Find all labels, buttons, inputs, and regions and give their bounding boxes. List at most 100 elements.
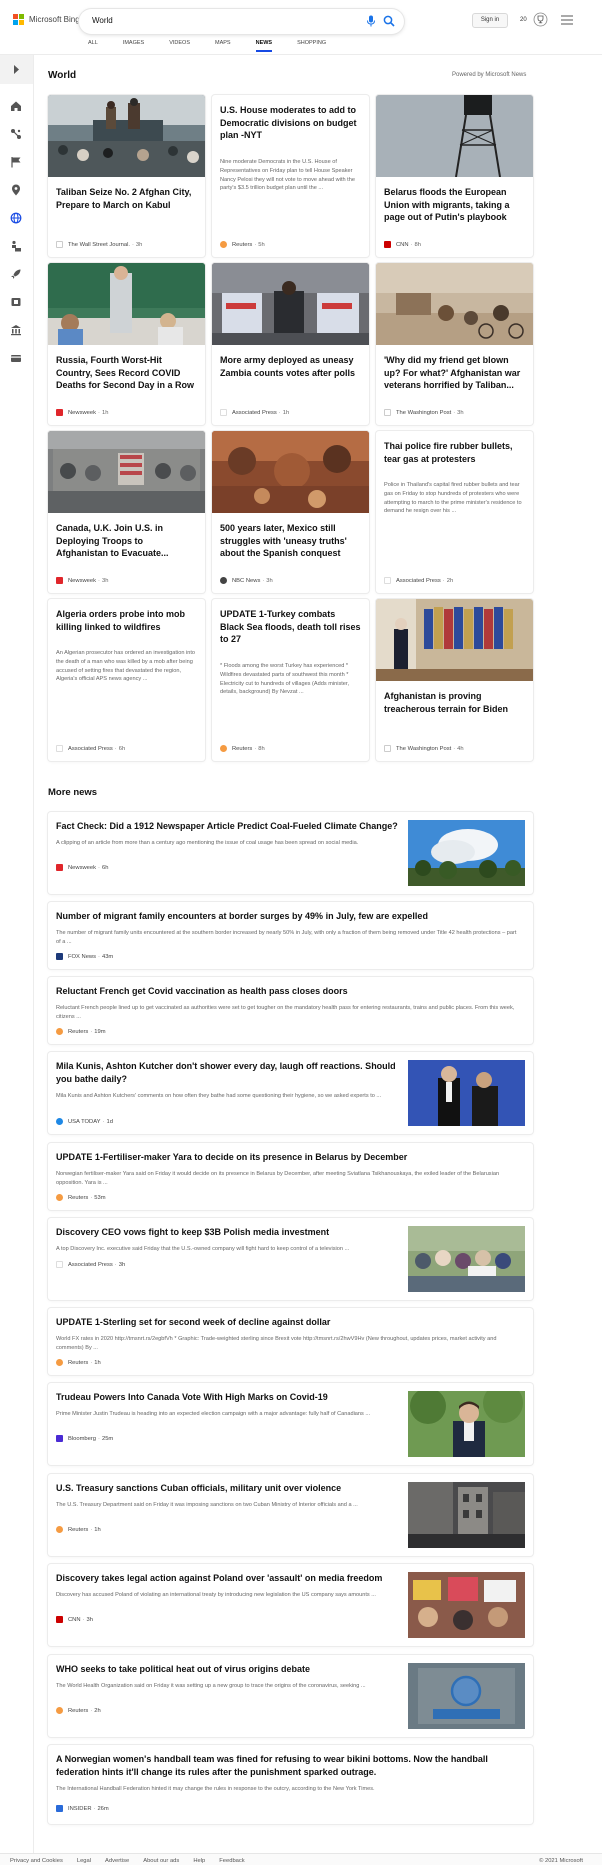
news-card[interactable]: 'Why did my friend get blown up? For wha… xyxy=(376,263,533,425)
rail-technology[interactable] xyxy=(10,267,22,279)
news-list-item[interactable]: Discovery takes legal action against Pol… xyxy=(48,1564,533,1646)
news-card-image[interactable] xyxy=(48,95,205,177)
footer-link-legal[interactable]: Legal xyxy=(77,1858,91,1864)
news-item-source[interactable]: Reuters · 1h xyxy=(56,1526,101,1533)
powered-by-label[interactable]: Powered by Microsoft News xyxy=(452,72,526,78)
footer-link-privacy[interactable]: Privacy and Cookies xyxy=(10,1858,63,1864)
news-item-source[interactable]: INSIDER · 26m xyxy=(56,1805,109,1812)
rewards-trophy-icon[interactable] xyxy=(533,12,548,27)
news-card[interactable]: 500 years later, Mexico still struggles … xyxy=(212,431,369,593)
news-card[interactable]: Thai police fire rubber bullets, tear ga… xyxy=(376,431,533,593)
tab-shopping[interactable]: SHOPPING xyxy=(297,40,326,52)
rail-world[interactable] xyxy=(10,211,22,224)
rail-home[interactable] xyxy=(10,99,22,111)
news-card-image[interactable] xyxy=(212,263,369,345)
news-item-image[interactable] xyxy=(408,1572,525,1638)
bing-logo[interactable]: Microsoft Bing xyxy=(13,14,80,25)
news-list-item[interactable]: UPDATE 1-Sterling set for second week of… xyxy=(48,1308,533,1375)
search-box[interactable]: World xyxy=(79,9,404,34)
news-card[interactable]: More army deployed as uneasy Zambia coun… xyxy=(212,263,369,425)
footer-link-help[interactable]: Help xyxy=(193,1858,205,1864)
news-card-title[interactable]: More army deployed as uneasy Zambia coun… xyxy=(220,354,361,379)
news-item-title[interactable]: UPDATE 1-Fertiliser-maker Yara to decide… xyxy=(56,1151,521,1164)
tab-images[interactable]: IMAGES xyxy=(123,40,144,52)
tab-news[interactable]: NEWS xyxy=(255,40,273,52)
news-card-title[interactable]: Canada, U.K. Join U.S. in Deploying Troo… xyxy=(56,522,197,560)
rail-local[interactable] xyxy=(10,183,22,196)
news-list-item[interactable]: Reluctant French get Covid vaccination a… xyxy=(48,977,533,1044)
news-list-item[interactable]: UPDATE 1-Fertiliser-maker Yara to decide… xyxy=(48,1143,533,1210)
news-list-item[interactable]: Trudeau Powers Into Canada Vote With Hig… xyxy=(48,1383,533,1465)
news-item-title[interactable]: UPDATE 1-Sterling set for second week of… xyxy=(56,1316,521,1329)
news-item-image[interactable] xyxy=(408,1391,525,1457)
news-list-item[interactable]: Discovery CEO vows fight to keep $3B Pol… xyxy=(48,1218,533,1300)
news-item-source[interactable]: FOX News · 43m xyxy=(56,953,113,960)
rail-business[interactable] xyxy=(10,323,22,336)
news-item-source[interactable]: Reuters · 1h xyxy=(56,1359,101,1366)
news-card-title[interactable]: 500 years later, Mexico still struggles … xyxy=(220,522,361,560)
search-icon[interactable] xyxy=(383,15,395,27)
news-item-title[interactable]: Number of migrant family encounters at b… xyxy=(56,910,521,923)
news-card-image[interactable] xyxy=(48,431,205,513)
rail-entertainment[interactable] xyxy=(10,295,22,307)
news-item-image[interactable] xyxy=(408,1482,525,1548)
news-item-title[interactable]: WHO seeks to take political heat out of … xyxy=(56,1663,401,1676)
news-card-title[interactable]: Algeria orders probe into mob killing li… xyxy=(56,608,197,633)
news-card-source[interactable]: Reuters · 8h xyxy=(220,745,265,752)
news-card[interactable]: Algeria orders probe into mob killing li… xyxy=(48,599,205,761)
news-card-source[interactable]: Newsweek · 3h xyxy=(56,577,108,584)
microphone-icon[interactable] xyxy=(366,15,376,27)
news-item-title[interactable]: Discovery takes legal action against Pol… xyxy=(56,1572,401,1585)
rail-us[interactable] xyxy=(10,155,22,168)
news-card-image[interactable] xyxy=(212,431,369,513)
news-card-image[interactable] xyxy=(376,95,533,177)
tab-videos[interactable]: VIDEOS xyxy=(169,40,190,52)
news-card-source[interactable]: NBC News · 3h xyxy=(220,577,273,584)
news-card-image[interactable] xyxy=(376,599,533,681)
news-item-source[interactable]: Bloomberg · 25m xyxy=(56,1435,113,1442)
footer-link-advertise[interactable]: Advertise xyxy=(105,1858,129,1864)
sign-in-button[interactable]: Sign in xyxy=(472,13,508,28)
news-item-source[interactable]: Newsweek · 6h xyxy=(56,864,108,871)
footer-link-about-ads[interactable]: About our ads xyxy=(143,1858,179,1864)
news-item-source[interactable]: Reuters · 53m xyxy=(56,1194,106,1201)
news-card-title[interactable]: Thai police fire rubber bullets, tear ga… xyxy=(384,440,525,465)
news-card-image[interactable] xyxy=(48,263,205,345)
news-list-item[interactable]: WHO seeks to take political heat out of … xyxy=(48,1655,533,1737)
news-card-title[interactable]: U.S. House moderates to add to Democrati… xyxy=(220,104,361,142)
news-card-title[interactable]: Russia, Fourth Worst-Hit Country, Sees R… xyxy=(56,354,197,392)
tab-all[interactable]: ALL xyxy=(88,40,98,52)
news-card[interactable]: Belarus floods the European Union with m… xyxy=(376,95,533,257)
news-card[interactable]: Taliban Seize No. 2 Afghan City, Prepare… xyxy=(48,95,205,257)
news-item-source[interactable]: Reuters · 2h xyxy=(56,1707,101,1714)
search-input[interactable]: World xyxy=(92,16,113,25)
news-item-image[interactable] xyxy=(408,820,525,886)
news-list-item[interactable]: Number of migrant family encounters at b… xyxy=(48,902,533,969)
news-card-source[interactable]: The Washington Post · 3h xyxy=(384,409,464,416)
news-item-image[interactable] xyxy=(408,1663,525,1729)
rewards-count[interactable]: 20 xyxy=(520,17,527,23)
news-item-source[interactable]: Reuters · 19m xyxy=(56,1028,106,1035)
news-card-source[interactable]: Associated Press · 1h xyxy=(220,409,289,416)
news-card-title[interactable]: UPDATE 1-Turkey combats Black Sea floods… xyxy=(220,608,361,646)
rail-politics[interactable] xyxy=(10,239,22,252)
news-card[interactable]: UPDATE 1-Turkey combats Black Sea floods… xyxy=(212,599,369,761)
news-item-title[interactable]: Reluctant French get Covid vaccination a… xyxy=(56,985,521,998)
news-item-title[interactable]: Mila Kunis, Ashton Kutcher don't shower … xyxy=(56,1060,401,1086)
news-card-title[interactable]: 'Why did my friend get blown up? For wha… xyxy=(384,354,525,392)
news-item-source[interactable]: USA TODAY · 1d xyxy=(56,1118,113,1125)
rail-money[interactable] xyxy=(10,351,22,363)
footer-link-feedback[interactable]: Feedback xyxy=(219,1858,244,1864)
news-list-item[interactable]: U.S. Treasury sanctions Cuban officials,… xyxy=(48,1474,533,1556)
news-card-source[interactable]: Newsweek · 1h xyxy=(56,409,108,416)
news-card-source[interactable]: The Washington Post · 4h xyxy=(384,745,464,752)
news-card-title[interactable]: Taliban Seize No. 2 Afghan City, Prepare… xyxy=(56,186,197,211)
news-card-source[interactable]: Reuters · 5h xyxy=(220,241,265,248)
rail-expand-button[interactable] xyxy=(0,55,33,84)
news-card[interactable]: U.S. House moderates to add to Democrati… xyxy=(212,95,369,257)
news-card-source[interactable]: Associated Press · 2h xyxy=(384,577,453,584)
news-list-item[interactable]: Fact Check: Did a 1912 Newspaper Article… xyxy=(48,812,533,894)
news-item-source[interactable]: CNN · 3h xyxy=(56,1616,93,1623)
news-item-title[interactable]: Trudeau Powers Into Canada Vote With Hig… xyxy=(56,1391,401,1404)
news-card-title[interactable]: Belarus floods the European Union with m… xyxy=(384,186,525,224)
